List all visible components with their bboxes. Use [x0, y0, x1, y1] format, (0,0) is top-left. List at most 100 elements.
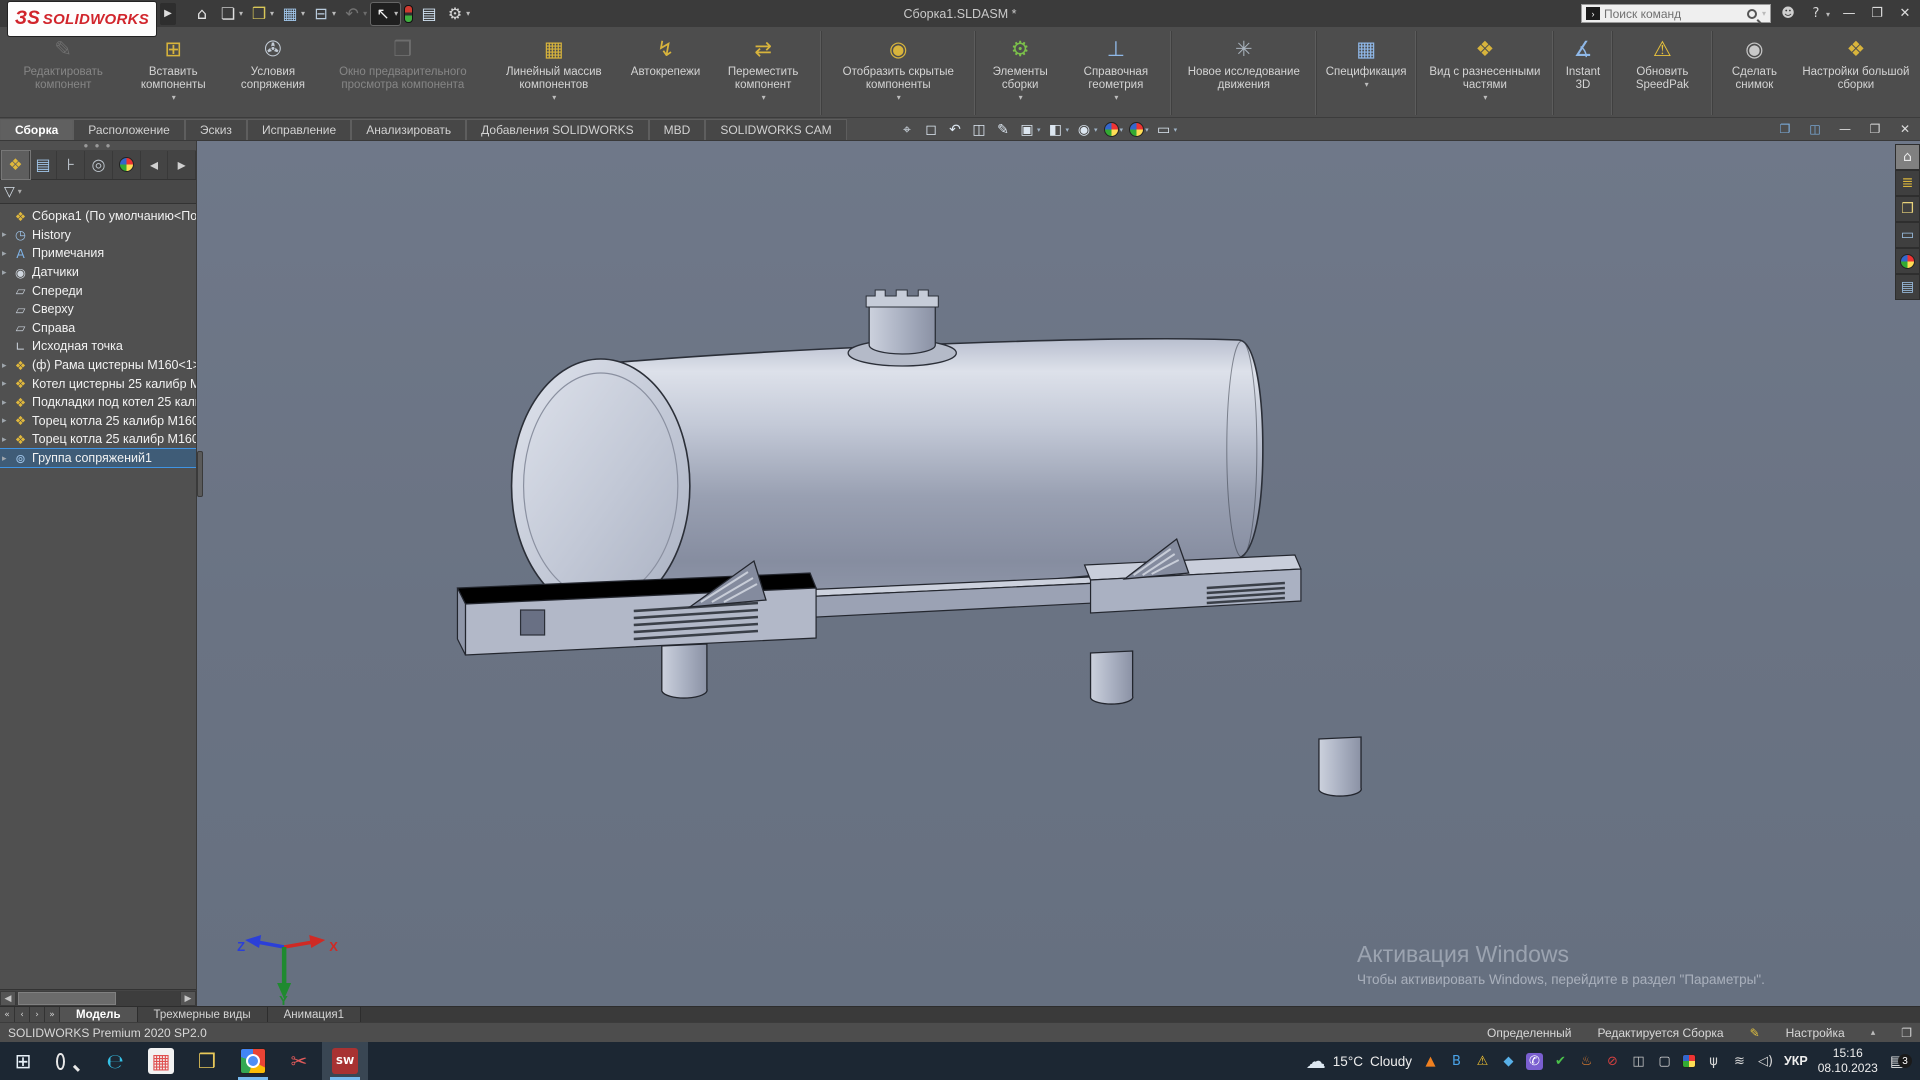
tree-item[interactable]: ❖ (ф) Рама цистерны М160<1> (По ум	[0, 356, 196, 375]
menu-flyout-arrow-icon[interactable]: ▶	[160, 3, 176, 25]
command-search[interactable]: › Поиск команд ▾	[1581, 4, 1771, 23]
tree-item[interactable]: ❖ Торец котла 25 калибр М160<2> -> (	[0, 430, 196, 449]
expand-arrow-icon[interactable]	[2, 453, 12, 464]
tray-icon-button[interactable]: ◆	[1500, 1053, 1517, 1070]
panel-grip[interactable]: ● ● ●	[0, 141, 196, 150]
view-tool-button[interactable]: ⌖▾	[898, 121, 916, 139]
tree-item[interactable]: ⊚ Группа сопряжений1	[0, 449, 196, 468]
expand-arrow-icon[interactable]	[2, 434, 12, 445]
tree-item[interactable]: A Примечания	[0, 244, 196, 263]
notification-center[interactable]: ▤ 3	[1888, 1052, 1910, 1070]
language-indicator[interactable]: УКР	[1784, 1054, 1808, 1068]
quick-access-button[interactable]: ▾	[402, 4, 415, 24]
view-tool-button[interactable]: ✎▾	[994, 121, 1012, 139]
tray-icon-button[interactable]: ◁)	[1757, 1053, 1774, 1070]
view-tool-button[interactable]: ▣▾	[1018, 121, 1041, 139]
window-control-button[interactable]: ?▾	[1807, 4, 1830, 23]
weather-widget[interactable]: ☁ 15°C Cloudy	[1306, 1049, 1412, 1073]
tab-nav-button[interactable]: «	[0, 1007, 15, 1022]
ribbon-button[interactable]: ❖ Настройки большой сборки ▾	[1794, 31, 1918, 115]
ribbon-button[interactable]: ◉ Отобразить скрытые компоненты ▾	[821, 31, 973, 115]
viewport-window-button[interactable]: —	[1836, 120, 1854, 138]
task-pane-tab[interactable]: ▤	[1895, 274, 1920, 300]
tray-icon-button[interactable]: ◫	[1630, 1053, 1647, 1070]
viewport-window-button[interactable]: ❐	[1866, 120, 1884, 138]
ribbon-button[interactable]: ▦ Линейный массив компонентов ▾	[484, 31, 624, 115]
panel-tab[interactable]: ⊦	[57, 151, 85, 179]
panel-tab[interactable]: ◂	[141, 151, 169, 179]
ribbon-button[interactable]: ✇ Условия сопряжения ▾	[224, 31, 322, 115]
panel-splitter[interactable]	[197, 451, 203, 497]
command-tab[interactable]: Сборка	[0, 119, 73, 140]
ribbon-button[interactable]: ◉ Сделать снимок ▾	[1712, 31, 1794, 115]
viewport-window-button[interactable]: ◫	[1806, 120, 1824, 138]
solidworks-logo[interactable]: ЗS SOLIDWORKS	[8, 2, 156, 36]
taskbar-app[interactable]: ⊞	[0, 1042, 46, 1080]
search-input[interactable]: Поиск команд	[1604, 7, 1743, 21]
tree-item[interactable]: ❖ Торец котла 25 калибр М160<1> -> (	[0, 412, 196, 431]
tree-item[interactable]: ❖ Подкладки под котел 25 калибра М1	[0, 393, 196, 412]
sheet-warning-icon[interactable]: ✎	[1750, 1026, 1760, 1040]
quick-access-button[interactable]: ❏▾	[216, 3, 245, 25]
task-pane-tab[interactable]: ▭	[1895, 222, 1920, 248]
scrollbar-thumb[interactable]	[18, 992, 116, 1005]
view-tool-button[interactable]: ◻▾	[922, 121, 940, 139]
view-tool-button[interactable]: ▭▾	[1155, 121, 1178, 139]
view-tool-button[interactable]: ◧▾	[1047, 121, 1070, 139]
graphics-viewport[interactable]: Z X Y Активация Windows Чтобы активирова…	[197, 141, 1920, 1006]
expand-arrow-icon[interactable]	[2, 378, 12, 389]
tank-model[interactable]	[457, 290, 1361, 796]
command-tab[interactable]: Добавления SOLIDWORKS	[466, 119, 649, 140]
tree-item[interactable]: ◉ Датчики	[0, 263, 196, 282]
expand-arrow-icon[interactable]	[2, 415, 12, 426]
expand-arrow-icon[interactable]	[2, 267, 12, 278]
ribbon-button[interactable]: ▦ Спецификация ▾	[1316, 31, 1414, 115]
tree-filter[interactable]: ▽ ▾	[0, 180, 196, 204]
tree-item[interactable]: ◷ History	[0, 226, 196, 245]
tree-item[interactable]: ▱ Справа	[0, 319, 196, 338]
command-tab[interactable]: MBD	[649, 119, 706, 140]
ribbon-button[interactable]: ⇄ Переместить компонент ▾	[707, 31, 819, 115]
ribbon-button[interactable]: ⚙ Элементы сборки ▾	[975, 31, 1063, 115]
tray-icon-button[interactable]: ⊘	[1604, 1053, 1621, 1070]
tree-horizontal-scrollbar[interactable]: ◀ ▶	[0, 989, 196, 1006]
task-pane-tab[interactable]: ≣	[1895, 170, 1920, 196]
tray-icon-button[interactable]: ✔	[1552, 1053, 1569, 1070]
viewport-window-button[interactable]: ❐	[1776, 120, 1794, 138]
command-tab[interactable]: Исправление	[247, 119, 351, 140]
tree-item[interactable]: ❖ Сборка1 (По умолчанию<По умолчани	[0, 207, 196, 226]
task-pane-tab[interactable]: ⌂	[1895, 144, 1920, 170]
pages-icon[interactable]: ❐	[1901, 1026, 1912, 1040]
command-tab[interactable]: Расположение	[73, 119, 185, 140]
view-tool-button[interactable]: ▾	[1129, 122, 1149, 137]
window-control-button[interactable]: ❐▾	[1868, 4, 1886, 23]
command-tab[interactable]: SOLIDWORKS CAM	[705, 119, 846, 140]
task-pane-tab[interactable]	[1895, 248, 1920, 274]
window-control-button[interactable]: ✕▾	[1896, 4, 1914, 23]
ribbon-button[interactable]: ⚠ Обновить SpeedPak ▾	[1612, 31, 1710, 115]
quick-access-button[interactable]: ↶▾	[340, 3, 369, 25]
viewport-window-button[interactable]: ✕	[1896, 120, 1914, 138]
panel-tab[interactable]: ▤	[30, 151, 58, 179]
tray-icon-button[interactable]: ✆	[1526, 1053, 1543, 1070]
dome-body[interactable]	[869, 304, 935, 354]
model-tab[interactable]: Анимация1	[268, 1007, 361, 1022]
window-control-button[interactable]: ☻▾	[1779, 4, 1797, 23]
tree-item[interactable]: ❖ Котел цистерны 25 калибр М160<1>	[0, 374, 196, 393]
quick-access-button[interactable]: ❒▾	[247, 3, 276, 25]
model-tab[interactable]: Трехмерные виды	[138, 1007, 268, 1022]
task-pane-tab[interactable]: ❒	[1895, 196, 1920, 222]
scroll-left-icon[interactable]: ◀	[0, 991, 16, 1006]
tab-nav-button[interactable]: ‹	[15, 1007, 30, 1022]
ribbon-button[interactable]: ❒ Окно предварительного просмотра компон…	[322, 31, 484, 115]
tree-item[interactable]: ▱ Сверху	[0, 300, 196, 319]
tray-icon-button[interactable]	[1682, 1054, 1696, 1068]
taskbar-clock[interactable]: 15:16 08.10.2023	[1818, 1046, 1878, 1076]
ribbon-button[interactable]: ↯ Автокрепежи ▾	[624, 31, 708, 115]
window-control-button[interactable]: —▾	[1840, 4, 1858, 23]
expand-arrow-icon[interactable]	[2, 229, 12, 240]
tree-item[interactable]: ∟ Исходная точка	[0, 337, 196, 356]
ribbon-button[interactable]: ❖ Вид с разнесенными частями ▾	[1416, 31, 1552, 115]
view-tool-button[interactable]: ▾	[1104, 122, 1124, 137]
tray-icon-button[interactable]: ♨	[1578, 1053, 1595, 1070]
